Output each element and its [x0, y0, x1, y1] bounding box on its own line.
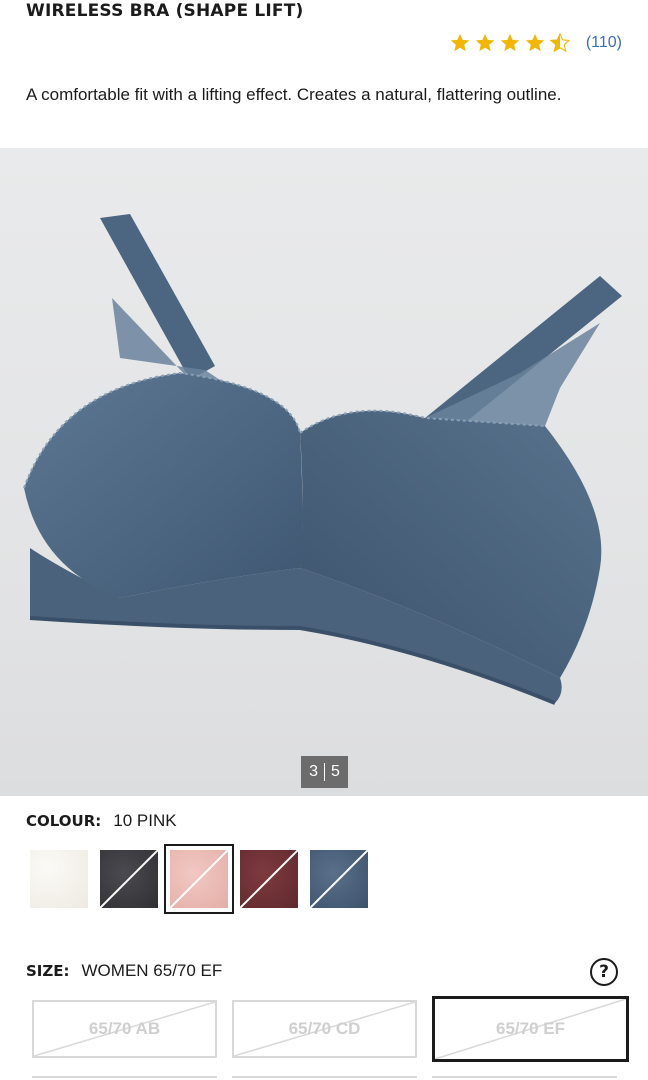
swatch-off-white[interactable]	[30, 850, 88, 908]
star-icon	[500, 33, 519, 52]
product-image[interactable]	[0, 148, 648, 796]
size-label: SIZE:	[26, 962, 70, 980]
size-option-partial[interactable]	[32, 1076, 217, 1080]
question-circle-icon[interactable]: ?	[590, 958, 618, 986]
image-counter: 3 5	[301, 756, 348, 788]
colour-selected-value: 10 PINK	[113, 811, 177, 830]
colour-label: COLOUR:	[26, 812, 102, 830]
size-option-label: 65/70 EF	[496, 1019, 565, 1038]
bra-illustration	[23, 214, 622, 705]
unavailable-slash-icon	[100, 850, 158, 908]
size-option-65-70-ab[interactable]: 65/70 AB	[32, 1000, 217, 1058]
swatch-wine[interactable]	[240, 850, 298, 908]
star-icon	[450, 33, 469, 52]
star-icon	[525, 33, 544, 52]
unavailable-slash-icon	[310, 850, 368, 908]
size-option-label: 65/70 AB	[88, 1019, 161, 1038]
half-star-icon	[549, 32, 571, 53]
size-option-label: 65/70 CD	[288, 1019, 361, 1038]
size-option-65-70-cd[interactable]: 65/70 CD	[232, 1000, 417, 1058]
rating-summary[interactable]: (110)	[448, 32, 622, 54]
star-rating	[448, 32, 572, 54]
swatch-dark-grey[interactable]	[100, 850, 158, 908]
star-icon	[475, 33, 494, 52]
size-options: 65/70 AB 65/70 CD 65/70 EF	[32, 996, 629, 1062]
review-count-link[interactable]: (110)	[586, 34, 622, 52]
colour-swatches	[30, 844, 368, 914]
swatch-blue[interactable]	[310, 850, 368, 908]
size-header: SIZE: WOMEN 65/70 EF	[26, 961, 222, 981]
product-title: WIRELESS BRA (SHAPE LIFT)	[26, 1, 304, 21]
size-option-partial[interactable]	[232, 1076, 417, 1080]
counter-divider	[324, 763, 325, 781]
product-description: A comfortable fit with a lifting effect.…	[26, 85, 562, 104]
unavailable-slash-icon	[240, 850, 298, 908]
image-counter-current: 3	[309, 763, 318, 780]
colour-header: COLOUR: 10 PINK	[26, 811, 177, 831]
size-option-65-70-ef[interactable]: 65/70 EF	[432, 996, 629, 1062]
size-options-next-row	[32, 1076, 617, 1080]
size-option-partial[interactable]	[432, 1076, 617, 1080]
image-counter-total: 5	[331, 763, 340, 780]
swatch-pink[interactable]	[164, 844, 234, 914]
unavailable-slash-icon	[170, 850, 228, 908]
size-selected-value: WOMEN 65/70 EF	[81, 961, 223, 980]
